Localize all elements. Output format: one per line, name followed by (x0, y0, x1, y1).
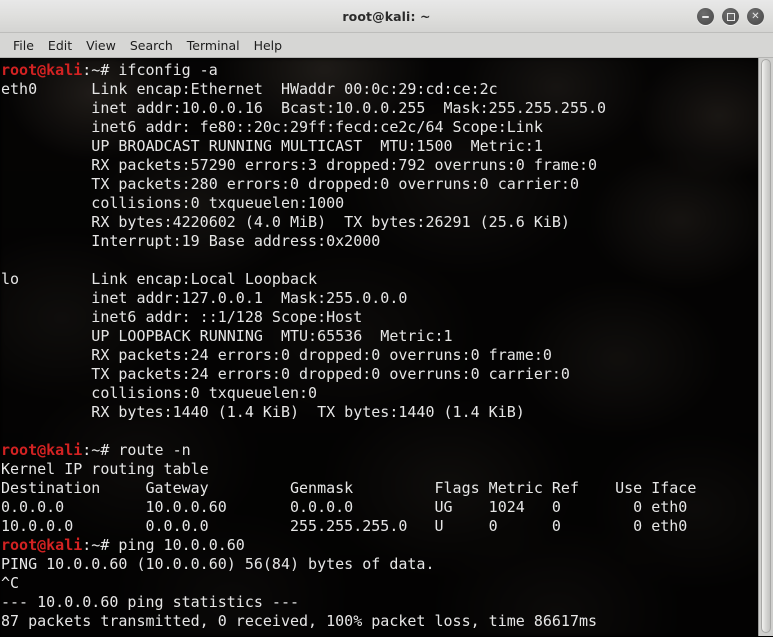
menu-item-help[interactable]: Help (247, 36, 290, 55)
terminal-output-line: Kernel IP routing table (1, 460, 209, 478)
terminal-output-line: collisions:0 txqueuelen:0 (1, 384, 318, 402)
terminal-output-line: RX bytes:4220602 (4.0 MiB) TX bytes:2629… (1, 213, 570, 231)
terminal-output[interactable]: root@kali:~# ifconfig -a eth0 Link encap:… (0, 58, 773, 636)
terminal-prompt-line: root@kali:~# ping 10.0.0.60 (1, 536, 773, 555)
terminal-output-line: TX packets:24 errors:0 dropped:0 overrun… (1, 365, 570, 383)
terminal-output-line: inet6 addr: ::1/128 Scope:Host (1, 308, 363, 326)
prompt-tail: :~# (82, 536, 119, 554)
minimize-button[interactable] (697, 8, 714, 25)
prompt-user-host: root@kali (1, 61, 83, 79)
terminal-output-line: RX bytes:1440 (1.4 KiB) TX bytes:1440 (1… (1, 403, 525, 421)
terminal-prompt-line: root@kali:~# ifconfig -a (1, 61, 773, 80)
maximize-button[interactable] (722, 8, 739, 25)
terminal-scrollbar[interactable] (758, 58, 773, 636)
terminal-output-line: UP LOOPBACK RUNNING MTU:65536 Metric:1 (1, 327, 453, 345)
menu-item-view[interactable]: View (79, 36, 123, 55)
terminal-output-line: inet addr:10.0.0.16 Bcast:10.0.0.255 Mas… (1, 99, 607, 117)
terminal-output-line: lo Link encap:Local Loopback (1, 270, 318, 288)
terminal-output-line: 87 packets transmitted, 0 received, 100%… (1, 612, 598, 630)
terminal-output-line: ^C (1, 574, 20, 592)
terminal-output-line: RX packets:57290 errors:3 dropped:792 ov… (1, 156, 598, 174)
terminal-prompt-line: root@kali:~# route -n (1, 441, 773, 460)
close-icon: ✕ (751, 10, 760, 22)
terminal-output-line: TX packets:280 errors:0 dropped:0 overru… (1, 175, 579, 193)
window-controls: ✕ (697, 0, 764, 33)
terminal-output-line: --- 10.0.0.60 ping statistics --- (1, 593, 300, 611)
terminal-output-line: 10.0.0.0 0.0.0.0 255.255.255.0 U 0 0 0 e… (1, 517, 688, 535)
terminal-command: ping 10.0.0.60 (118, 536, 245, 554)
terminal-area[interactable]: root@kali:~# ifconfig -a eth0 Link encap:… (0, 58, 773, 636)
window-title: root@kali: ~ (342, 8, 431, 24)
title-bar[interactable]: root@kali: ~ ✕ (0, 0, 773, 33)
terminal-output-line: UP BROADCAST RUNNING MULTICAST MTU:1500 … (1, 137, 543, 155)
prompt-tail: :~# (82, 61, 119, 79)
prompt-user-host: root@kali (1, 441, 83, 459)
scrollbar-thumb[interactable] (761, 59, 771, 633)
menu-bar: File Edit View Search Terminal Help (0, 33, 773, 58)
terminal-output-line: Interrupt:19 Base address:0x2000 (1, 232, 381, 250)
close-button[interactable]: ✕ (747, 8, 764, 25)
terminal-output-line: eth0 Link encap:Ethernet HWaddr 00:0c:29… (1, 80, 498, 98)
terminal-command: ifconfig -a (118, 61, 218, 79)
menu-item-search[interactable]: Search (123, 36, 180, 55)
terminal-command: route -n (118, 441, 191, 459)
terminal-output-line: collisions:0 txqueuelen:1000 (1, 194, 345, 212)
terminal-output-line: inet6 addr: fe80::20c:29ff:fecd:ce2c/64 … (1, 118, 543, 136)
terminal-window: root@kali: ~ ✕ File Edit View Search Ter… (0, 0, 773, 637)
prompt-tail: :~# (82, 441, 119, 459)
maximize-icon (722, 8, 739, 25)
terminal-output-line: 0.0.0.0 10.0.0.60 0.0.0.0 UG 1024 0 0 et… (1, 498, 688, 516)
terminal-output-line: PING 10.0.0.60 (10.0.0.60) 56(84) bytes … (1, 555, 435, 573)
menu-item-edit[interactable]: Edit (41, 36, 79, 55)
minimize-icon (697, 8, 714, 25)
terminal-output-line: RX packets:24 errors:0 dropped:0 overrun… (1, 346, 552, 364)
terminal-output-line: inet addr:127.0.0.1 Mask:255.0.0.0 (1, 289, 408, 307)
terminal-output-line: Destination Gateway Genmask Flags Metric… (1, 479, 697, 497)
menu-item-file[interactable]: File (6, 36, 41, 55)
menu-item-terminal[interactable]: Terminal (180, 36, 247, 55)
prompt-user-host: root@kali (1, 536, 83, 554)
